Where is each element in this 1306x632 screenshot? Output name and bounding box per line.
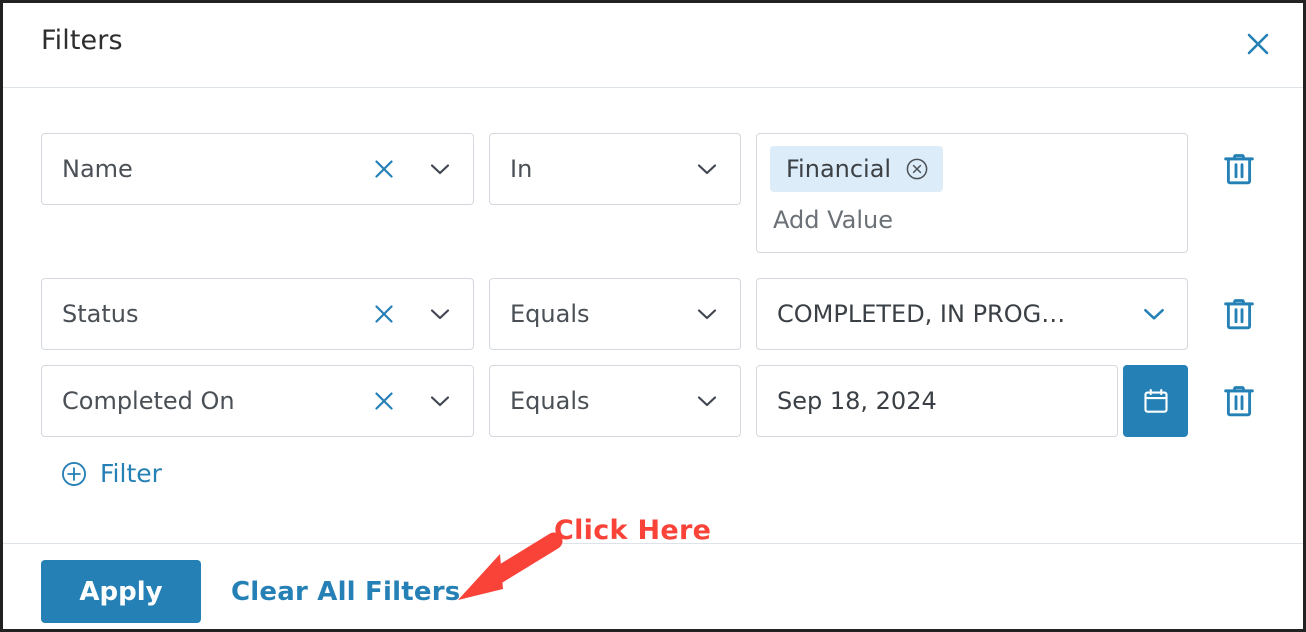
trash-icon — [1224, 386, 1254, 417]
clear-icon[interactable] — [371, 388, 397, 414]
clear-x-icon — [375, 305, 393, 323]
filter-attribute-select[interactable]: Status — [41, 278, 474, 350]
dialog-header: Filters — [3, 3, 1303, 88]
page-title: Filters — [41, 25, 123, 56]
filter-value-multiselect[interactable]: Financial Add Value — [756, 133, 1188, 253]
filter-attribute-select[interactable]: Completed On — [41, 365, 474, 437]
value-chip-label: Financial — [786, 155, 892, 183]
filter-operator-label: Equals — [510, 300, 590, 328]
filter-date-input[interactable]: Sep 18, 2024 — [756, 365, 1118, 437]
chevron-down-icon[interactable] — [427, 301, 453, 327]
calendar-icon — [1143, 388, 1168, 413]
chevron-down-glyph — [697, 164, 717, 175]
clear-x-icon — [375, 160, 393, 178]
filters-dialog: Filters Name In Financial Add Value Stat… — [0, 0, 1306, 632]
chevron-down-icon[interactable] — [427, 388, 453, 414]
chevron-down-icon[interactable] — [694, 388, 720, 414]
filter-value-label: COMPLETED, IN PROG… — [777, 300, 1066, 328]
chevron-down-icon[interactable] — [694, 301, 720, 327]
clear-all-filters-link[interactable]: Clear All Filters — [231, 577, 460, 607]
delete-filter-button[interactable] — [1211, 286, 1267, 342]
filter-date-value: Sep 18, 2024 — [777, 387, 937, 415]
calendar-picker-button[interactable] — [1123, 365, 1188, 437]
clear-icon[interactable] — [371, 156, 397, 182]
chevron-down-icon[interactable] — [694, 156, 720, 182]
chevron-down-glyph — [430, 396, 450, 407]
filter-operator-label: In — [510, 155, 533, 183]
value-chip[interactable]: Financial — [770, 146, 944, 192]
filter-operator-select[interactable]: In — [489, 133, 741, 205]
filter-operator-select[interactable]: Equals — [489, 278, 741, 350]
filter-attribute-label: Completed On — [62, 387, 235, 415]
add-filter-button[interactable]: Filter — [61, 459, 162, 488]
add-value-input[interactable]: Add Value — [773, 206, 893, 234]
clear-icon[interactable] — [371, 301, 397, 327]
close-icon — [1247, 33, 1269, 55]
close-button[interactable] — [1241, 27, 1275, 61]
chevron-down-glyph — [430, 164, 450, 175]
add-filter-label: Filter — [100, 459, 162, 488]
chevron-down-glyph — [697, 396, 717, 407]
circle-close-glyph — [906, 158, 928, 180]
filter-attribute-label: Status — [62, 300, 139, 328]
filter-value-select[interactable]: COMPLETED, IN PROG… — [756, 278, 1188, 350]
chevron-down-glyph — [697, 309, 717, 320]
apply-button[interactable]: Apply — [41, 560, 201, 623]
filters-body: Name In Financial Add Value Status Equal… — [3, 89, 1303, 537]
filter-operator-label: Equals — [510, 387, 590, 415]
filter-attribute-label: Name — [62, 155, 133, 183]
filter-operator-select[interactable]: Equals — [489, 365, 741, 437]
delete-filter-button[interactable] — [1211, 141, 1267, 197]
trash-icon — [1224, 299, 1254, 330]
dialog-footer: Apply Clear All Filters — [3, 543, 1303, 629]
circle-plus-icon — [62, 461, 86, 486]
chevron-down-icon[interactable] — [1141, 301, 1167, 327]
clear-x-icon — [375, 392, 393, 410]
chevron-down-glyph — [430, 309, 450, 320]
chevron-down-glyph — [1144, 308, 1164, 320]
trash-icon — [1224, 154, 1254, 185]
delete-filter-button[interactable] — [1211, 373, 1267, 429]
chevron-down-icon[interactable] — [427, 156, 453, 182]
circle-close-icon[interactable] — [905, 157, 929, 181]
filter-attribute-select[interactable]: Name — [41, 133, 474, 205]
